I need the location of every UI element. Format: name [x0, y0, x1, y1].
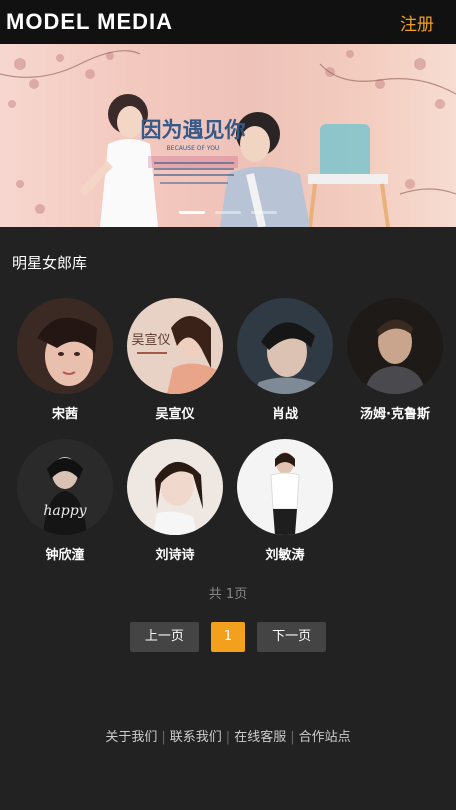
star-card[interactable]: 刘敏涛 — [230, 439, 340, 563]
footer-link-support[interactable]: 在线客服 — [234, 730, 286, 745]
footer-separator: | — [161, 730, 166, 745]
star-name: 刘诗诗 — [155, 548, 195, 563]
star-avatar — [17, 298, 113, 394]
star-card[interactable]: 肖战 — [230, 298, 340, 422]
page-total: 共 1页 — [208, 587, 248, 602]
star-card[interactable]: 刘诗诗 — [120, 439, 230, 563]
footer-separator: | — [225, 730, 231, 745]
star-avatar — [127, 439, 223, 535]
star-card[interactable]: 宋茜 — [10, 298, 120, 422]
star-name: 钟欣潼 — [45, 548, 85, 563]
footer-link-about[interactable]: 关于我们 — [105, 730, 157, 745]
current-page-button[interactable]: 1 — [210, 622, 246, 652]
star-avatar — [347, 298, 443, 394]
star-avatar — [237, 298, 333, 394]
poster-text: happy — [43, 503, 87, 519]
register-link[interactable]: 注册 — [400, 10, 434, 35]
poster-text: 吴宣仪 — [131, 332, 170, 348]
banner-image: 因为遇见你 BECAUSE OF YOU — [0, 50, 456, 227]
footer-link-contact[interactable]: 联系我们 — [170, 730, 222, 745]
site-logo[interactable]: MODEL MEDIA — [6, 9, 173, 35]
carousel-dot[interactable] — [251, 211, 277, 214]
star-name: 汤姆·克鲁斯 — [360, 407, 430, 422]
carousel-dot[interactable] — [179, 211, 205, 214]
section-title: 明星女郎库 — [12, 254, 88, 272]
footer-links: 关于我们 | 联系我们 | 在线客服 | 合作站点 — [0, 726, 456, 745]
top-bar: MODEL MEDIA 注册 — [0, 0, 456, 44]
carousel-dot[interactable] — [215, 211, 241, 214]
star-name: 吴宣仪 — [155, 407, 195, 422]
star-avatar — [237, 439, 333, 535]
banner-subtitle: BECAUSE OF YOU — [167, 145, 220, 152]
star-card[interactable]: 吴宣仪 吴宣仪 — [120, 298, 230, 422]
star-card[interactable]: happy 钟欣潼 — [10, 439, 120, 563]
banner-carousel[interactable]: 因为遇见你 BECAUSE OF YOU — [0, 44, 456, 227]
star-name: 刘敏涛 — [265, 548, 305, 563]
prev-page-button[interactable]: 上一页 — [129, 622, 199, 652]
star-avatar: 吴宣仪 — [127, 298, 223, 394]
star-name: 宋茜 — [51, 407, 78, 422]
star-name: 肖战 — [271, 407, 298, 422]
star-card[interactable]: 汤姆·克鲁斯 — [340, 298, 450, 422]
star-avatar: happy — [17, 439, 113, 535]
footer-separator: | — [290, 730, 295, 745]
carousel-indicators — [0, 211, 456, 214]
next-page-button[interactable]: 下一页 — [257, 622, 327, 652]
banner-title: 因为遇见你 — [141, 117, 246, 142]
pagination: 上一页 1 下一页 — [0, 622, 456, 652]
footer-link-partners[interactable]: 合作站点 — [299, 730, 351, 745]
